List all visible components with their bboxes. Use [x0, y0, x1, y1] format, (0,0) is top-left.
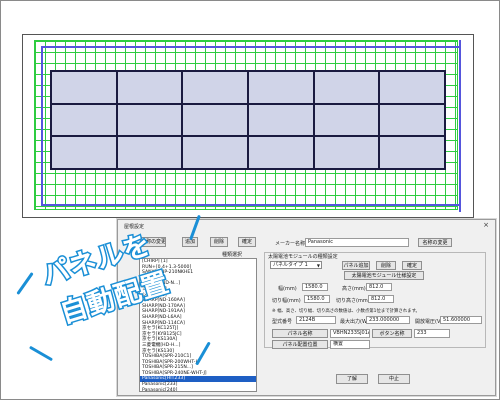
add-panel-button[interactable]: パネル追加 — [342, 261, 370, 270]
module-group-label: 太陽電池モジュールの種類設定 — [268, 254, 338, 260]
solar-panel[interactable] — [379, 103, 445, 137]
solar-panel[interactable] — [182, 136, 248, 169]
confirm-panel-button[interactable]: 確定 — [402, 261, 422, 270]
cut-height-field[interactable]: 812.0 — [368, 295, 394, 303]
max-output-label: 最大出力(W) — [340, 319, 369, 325]
solar-panel[interactable] — [313, 71, 380, 104]
placement-button[interactable]: パネル配置位置 — [272, 340, 328, 349]
solar-panel[interactable] — [116, 103, 183, 137]
delete-button[interactable]: 削除 — [210, 237, 228, 247]
dimension-note: ※ 幅、高さ、切り幅、切り高さの数値は、小数点第1位まで計算されます。 — [272, 309, 420, 314]
panel-name-button[interactable]: パネル名称 — [272, 329, 328, 338]
solar-panel[interactable] — [116, 71, 183, 104]
height-label: 高さ(mm) — [342, 286, 366, 292]
placement-field[interactable]: 横置 — [330, 340, 370, 349]
width-field[interactable]: 1580.0 — [302, 283, 328, 291]
unit-name-button[interactable]: ボタン名称 — [372, 329, 412, 338]
unit-name-field[interactable]: 233 — [414, 329, 450, 338]
solar-panel[interactable] — [313, 136, 380, 169]
solar-panel[interactable] — [247, 71, 314, 104]
solar-panel[interactable] — [51, 103, 117, 137]
rename-button[interactable]: 名称の変更 — [418, 238, 452, 247]
maker-field[interactable]: Panasonic — [305, 238, 409, 247]
cut-width-label: 切り幅(mm) — [272, 298, 301, 304]
model-label: 型式番号 — [272, 319, 293, 325]
open-voltage-label: 開放電圧(V) — [415, 319, 443, 325]
panel-name-field[interactable]: VBHN233SJ01A — [330, 329, 370, 338]
cut-height-label: 切り高さ(mm) — [336, 298, 370, 304]
chevron-down-icon: ▼ — [316, 263, 320, 268]
solar-panel[interactable] — [379, 71, 445, 104]
solar-panel[interactable] — [313, 103, 380, 137]
solar-panel[interactable] — [247, 136, 314, 169]
cancel-button[interactable]: 中止 — [378, 374, 410, 384]
width-label: 幅(mm) — [278, 286, 297, 292]
delete-panel-button[interactable]: 削除 — [376, 261, 396, 270]
panel-settings-dialog: 屋根設定 × 名称の変更 追加 削除 確定 種類選択 [CHIRP] [1] RU… — [117, 219, 496, 396]
maker-label: メーカー名称 — [275, 241, 306, 247]
solar-panel[interactable] — [379, 136, 445, 169]
solar-panel[interactable] — [182, 103, 248, 137]
solar-panel[interactable] — [51, 136, 117, 169]
model-field[interactable]: 2124B — [296, 316, 336, 324]
max-output-field[interactable]: 233.000000 — [366, 316, 410, 324]
list-header: 種類選択 — [222, 252, 243, 258]
confirm-button[interactable]: 確定 — [238, 237, 256, 247]
module-spec-button[interactable]: 太陽電池モジュール仕様設定 — [344, 271, 424, 280]
ok-button[interactable]: 了解 — [336, 374, 368, 384]
open-voltage-field[interactable]: 51.600000 — [440, 316, 482, 324]
solar-panel[interactable] — [182, 71, 248, 104]
height-field[interactable]: 812.0 — [366, 283, 392, 291]
roof-boundary-right — [459, 40, 461, 212]
solar-panel[interactable] — [116, 136, 183, 169]
solar-panel[interactable] — [51, 71, 117, 104]
panel-type-value: パネルタイプ 1 — [273, 262, 308, 268]
panel-type-select[interactable]: パネルタイプ 1 ▼ — [270, 261, 322, 269]
cut-width-field[interactable]: 1580.0 — [304, 295, 330, 303]
solar-panel-array — [50, 70, 446, 170]
list-item[interactable]: Panasonic[240] — [140, 388, 256, 391]
close-icon[interactable]: × — [483, 221, 489, 229]
solar-panel[interactable] — [247, 103, 314, 137]
